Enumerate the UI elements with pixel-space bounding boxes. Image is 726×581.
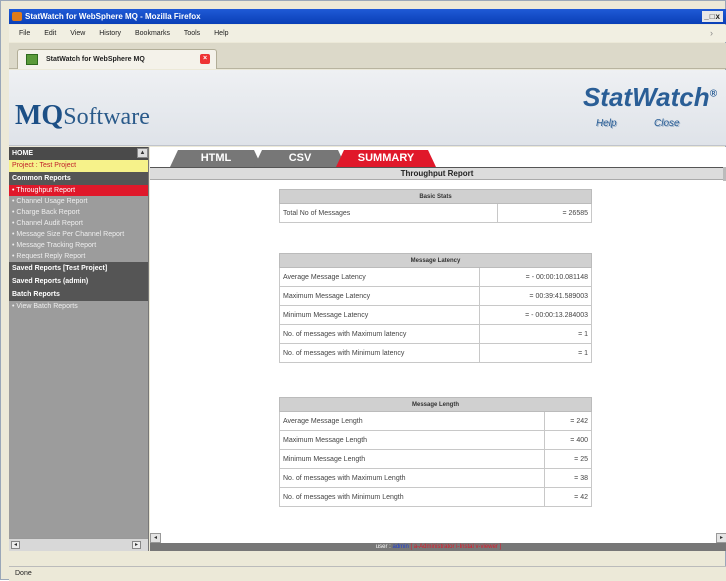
- menu-tools[interactable]: Tools: [184, 30, 200, 37]
- sidebar-item-message-size[interactable]: • Message Size Per Channel Report: [9, 229, 148, 240]
- browser-tab-bar: StatWatch for WebSphere MQ ×: [9, 43, 726, 69]
- table-row: No. of messages with Maximum Length = 38: [279, 468, 592, 488]
- menu-help[interactable]: Help: [214, 30, 228, 37]
- table-row: Minimum Message Latency = - 00:00:13.2840…: [279, 305, 592, 325]
- table-row: Average Message Latency = - 00:00:10.0811…: [279, 267, 592, 287]
- sidebar-section-common-reports: Common Reports: [9, 172, 148, 185]
- table-header: Basic Stats: [279, 189, 592, 204]
- page-favicon-icon: [26, 54, 38, 65]
- sidebar-scrollbar[interactable]: ◂ ▸: [9, 538, 148, 551]
- scroll-left-icon[interactable]: ◂: [150, 533, 161, 543]
- tab-summary[interactable]: SUMMARY: [336, 150, 436, 167]
- browser-tab[interactable]: StatWatch for WebSphere MQ ×: [17, 49, 217, 69]
- tab-csv[interactable]: CSV: [254, 150, 346, 167]
- menu-bar: File Edit View History Bookmarks Tools H…: [9, 25, 726, 42]
- mqsoftware-logo: MQSoftware: [15, 100, 150, 131]
- chevron-right-icon[interactable]: ›: [710, 27, 713, 39]
- sidebar-section-saved-project[interactable]: Saved Reports [Test Project]: [9, 262, 148, 275]
- user-bar: user : admin [ a-Administrator i-Instal …: [150, 543, 726, 551]
- content-footer: ◂ ▸ user : admin [ a-Administrator i-Ins…: [150, 533, 726, 551]
- sidebar-home[interactable]: HOME: [9, 147, 148, 160]
- table-row: Average Message Length = 242: [279, 411, 592, 431]
- user-roles: [ a-Administrator i-Instal v-viewer ]: [410, 544, 502, 550]
- scroll-right-icon[interactable]: ▸: [716, 533, 726, 543]
- status-bar: Done: [9, 566, 726, 581]
- close-tab-icon[interactable]: ×: [200, 54, 210, 64]
- sidebar-item-charge-back[interactable]: • Charge Back Report: [9, 207, 148, 218]
- close-link[interactable]: Close: [654, 118, 680, 129]
- menu-bookmarks[interactable]: Bookmarks: [135, 30, 170, 37]
- menu-edit[interactable]: Edit: [44, 30, 56, 37]
- table-row: Maximum Message Latency = 00:39:41.589003: [279, 286, 592, 306]
- sidebar-project[interactable]: Project : Test Project: [9, 160, 148, 172]
- report-area: HTML CSV SUMMARY Throughput Report Basic…: [150, 147, 726, 551]
- menu-view[interactable]: View: [70, 30, 85, 37]
- browser-tab-label: StatWatch for WebSphere MQ: [46, 56, 145, 63]
- user-prefix: user :: [375, 544, 391, 550]
- sidebar-section-saved-admin[interactable]: Saved Reports (admin): [9, 275, 148, 288]
- table-row: Minimum Message Length = 25: [279, 449, 592, 469]
- sidebar-item-request-reply[interactable]: • Request Reply Report: [9, 251, 148, 262]
- firefox-icon: [12, 12, 22, 21]
- table-row: Maximum Message Length = 400: [279, 430, 592, 450]
- sidebar-item-view-batch[interactable]: • View Batch Reports: [9, 301, 148, 312]
- window-controls[interactable]: _□x: [702, 11, 723, 22]
- sidebar-item-channel-audit[interactable]: • Channel Audit Report: [9, 218, 148, 229]
- page-header: MQSoftware StatWatch® Help Close: [9, 70, 726, 146]
- table-row: No. of messages with Minimum Length = 42: [279, 487, 592, 507]
- user-name: admin: [392, 544, 409, 550]
- sidebar-item-throughput-report[interactable]: • Throughput Report: [9, 185, 148, 196]
- statwatch-brand: StatWatch®: [582, 82, 717, 112]
- scroll-right-icon[interactable]: ▸: [132, 541, 141, 549]
- table-row: No. of messages with Maximum latency = 1: [279, 324, 592, 344]
- report-title: Throughput Report: [150, 167, 724, 180]
- sidebar: HOME ▲ Project : Test Project Common Rep…: [9, 147, 149, 551]
- table-row: No. of messages with Minimum latency = 1: [279, 343, 592, 363]
- menu-history[interactable]: History: [99, 30, 121, 37]
- browser-window: StatWatch for WebSphere MQ - Mozilla Fir…: [0, 0, 726, 581]
- sidebar-item-channel-usage[interactable]: • Channel Usage Report: [9, 196, 148, 207]
- scroll-left-icon[interactable]: ◂: [11, 541, 20, 549]
- message-latency-table: Message Latency Average Message Latency =…: [279, 253, 592, 363]
- window-title-bar: StatWatch for WebSphere MQ - Mozilla Fir…: [9, 9, 726, 24]
- tab-html[interactable]: HTML: [170, 150, 262, 167]
- help-link[interactable]: Help: [596, 118, 617, 129]
- sidebar-item-message-tracking[interactable]: • Message Tracking Report: [9, 240, 148, 251]
- scroll-up-icon[interactable]: ▲: [137, 148, 148, 158]
- table-row: Total No of Messages = 26585: [279, 203, 592, 223]
- report-tabs: HTML CSV SUMMARY: [150, 147, 726, 167]
- basic-stats-table: Basic Stats Total No of Messages = 26585: [279, 189, 592, 223]
- window-title: StatWatch for WebSphere MQ - Mozilla Fir…: [25, 12, 201, 21]
- table-header: Message Length: [279, 397, 592, 412]
- menu-file[interactable]: File: [19, 30, 30, 37]
- table-header: Message Latency: [279, 253, 592, 268]
- sidebar-section-batch: Batch Reports: [9, 288, 148, 301]
- message-length-table: Message Length Average Message Length = 2…: [279, 397, 592, 507]
